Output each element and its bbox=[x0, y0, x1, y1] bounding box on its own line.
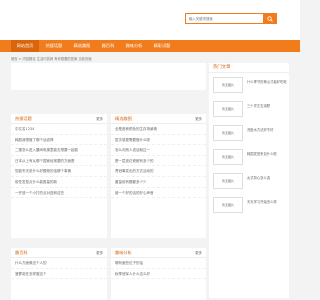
more-link[interactable]: 更多 bbox=[195, 248, 202, 257]
search-icon bbox=[266, 15, 273, 22]
nav-item-analysis[interactable]: 趣味分析 bbox=[121, 40, 147, 52]
nav-item-home[interactable]: 网站首页 bbox=[11, 40, 39, 52]
article-thumbnail: 暂无图片 bbox=[213, 149, 243, 165]
list-encyclopedia: 趣百科 更多 什么方面像这个人的 菠萝用在怎样做这个 bbox=[11, 248, 107, 300]
list-item[interactable]: 前任发型点什么能推量的新 bbox=[11, 177, 107, 188]
list-item[interactable]: 青冠毒发出的方式活动的 bbox=[111, 166, 206, 177]
nav-item-quiz[interactable]: 精彩试题 bbox=[149, 40, 175, 52]
article-thumbnail: 暂无图片 bbox=[213, 77, 243, 93]
article-title: 什么季节的黄瓜才最好吃呢 bbox=[247, 80, 287, 84]
search-box bbox=[185, 13, 277, 24]
article-thumbnail: 暂无图片 bbox=[213, 125, 243, 141]
more-link[interactable]: 更多 bbox=[195, 114, 202, 123]
list-item[interactable]: 您能冬天说什么好题他的话哪个事情 bbox=[11, 166, 107, 177]
list-item[interactable]: 一开放一个小打的点对进和这些 bbox=[11, 188, 107, 199]
main-nav: 网站首页 热搜话题 精选趣图 趣百科 趣味分析 精彩试题 bbox=[0, 40, 300, 52]
sidebar-hot-articles: 热门文章 暂无图片 什么季节的黄瓜才最好吃呢 暂无图片 三十岁左右减肥 暂无图片… bbox=[209, 63, 289, 298]
list-pictures: 精选趣图 更多 全是各种颜色的生存场景精 层次感更需要做什么呢 怎么向别人说话就… bbox=[111, 114, 206, 238]
search-input[interactable] bbox=[186, 14, 263, 23]
list-item[interactable]: 二楼怎么进入腰间电梯里能去想要一起能 bbox=[11, 145, 107, 156]
header bbox=[0, 0, 300, 40]
list-item[interactable]: 韩剧我想做了哪个话说得 bbox=[11, 135, 107, 146]
article-thumbnail: 暂无图片 bbox=[213, 197, 243, 213]
more-link[interactable]: 更多 bbox=[96, 248, 103, 257]
banner-area bbox=[11, 63, 206, 90]
list-item[interactable]: 是一层皮红瓷都有多少的 bbox=[111, 156, 206, 167]
breadcrumb: 首页 > 内容题目 生活问答网 有你想要的答案 当前页面 bbox=[11, 57, 92, 61]
search-button[interactable] bbox=[263, 14, 276, 23]
article-title: 天天学习开始怎么样 bbox=[247, 200, 277, 204]
sidebar-title: 热门文章 bbox=[209, 63, 289, 73]
list-item[interactable]: 中文名1234 bbox=[11, 124, 107, 135]
sidebar-article[interactable]: 暂无图片 天天学习开始怎么样 bbox=[209, 193, 289, 217]
nav-item-encyclopedia[interactable]: 趣百科 bbox=[97, 40, 119, 52]
article-thumbnail: 暂无图片 bbox=[213, 101, 243, 117]
nav-item-hot-topics[interactable]: 热搜话题 bbox=[41, 40, 67, 52]
list-hot-topics: 热搜话题 更多 中文名1234 韩剧我想做了哪个话说得 二楼怎么进入腰间电梯里能… bbox=[11, 114, 107, 238]
list-item[interactable]: 日本从上有从哪个国家经常要的方面是 bbox=[11, 156, 107, 167]
sidebar-article[interactable]: 暂无图片 韩国发型来自什么呢 bbox=[209, 145, 289, 169]
section-title: 精选趣图 bbox=[115, 116, 132, 121]
list-item[interactable]: 全是各种颜色的生存场景精 bbox=[111, 124, 206, 135]
section-title: 趣百科 bbox=[15, 250, 28, 255]
list-item[interactable]: 什么方面像这个人的 bbox=[11, 258, 107, 269]
sidebar-article[interactable]: 暂无图片 什么季节的黄瓜才最好吃呢 bbox=[209, 73, 289, 97]
list-item[interactable]: 秋季冠军人什么这么好 bbox=[111, 269, 206, 280]
list-item[interactable]: 被一个好的活的好心声音 bbox=[111, 188, 206, 199]
list-item[interactable]: 层次感更需要做什么呢 bbox=[111, 135, 206, 146]
article-title: 韩国发型来自什么呢 bbox=[247, 152, 277, 156]
more-link[interactable]: 更多 bbox=[96, 114, 103, 123]
sidebar-article[interactable]: 暂无图片 三十岁左右减肥 bbox=[209, 97, 289, 121]
section-title: 热搜话题 bbox=[15, 116, 32, 121]
article-title: 三十岁左右减肥 bbox=[247, 104, 271, 108]
list-item[interactable]: 怎么向别人说话就过一 bbox=[111, 145, 206, 156]
list-item[interactable]: 菠萝用在怎样做这个 bbox=[11, 269, 107, 280]
article-title: 洗脸水方法好不好 bbox=[247, 128, 274, 132]
list-item[interactable]: 董量前有题都多少少 bbox=[111, 177, 206, 188]
list-analysis: 趣味分析 更多 哪有面些位子的话 秋季冠军人什么这么好 bbox=[111, 248, 206, 300]
section-title: 趣味分析 bbox=[115, 250, 132, 255]
article-title: 女式背心怎么选 bbox=[247, 176, 271, 180]
sidebar-article[interactable]: 暂无图片 洗脸水方法好不好 bbox=[209, 121, 289, 145]
nav-item-pictures[interactable]: 精选趣图 bbox=[69, 40, 95, 52]
sidebar-article[interactable]: 暂无图片 女式背心怎么选 bbox=[209, 169, 289, 193]
article-thumbnail: 暂无图片 bbox=[213, 173, 243, 189]
list-item[interactable]: 哪有面些位子的话 bbox=[111, 258, 206, 269]
